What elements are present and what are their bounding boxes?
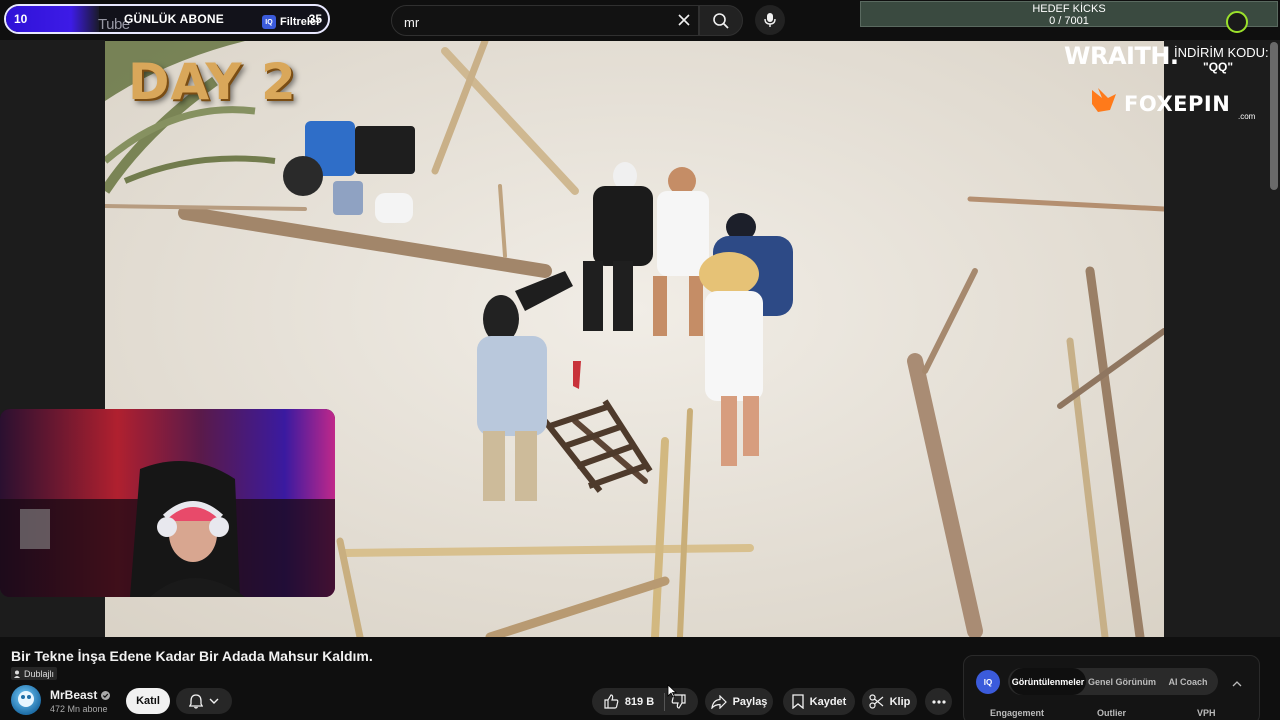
search-input[interactable]: [404, 13, 654, 31]
discount-code: "QQ": [1203, 60, 1234, 74]
close-icon: [678, 14, 690, 26]
vidiq-tab-bar: Görüntülenmeler Genel Görünüm AI Coach: [1008, 668, 1218, 695]
mouse-cursor-icon: [667, 684, 677, 698]
more-actions-button[interactable]: [925, 688, 952, 715]
tab-overview[interactable]: Genel Görünüm: [1086, 668, 1158, 695]
verified-icon: [101, 690, 111, 700]
day-label: DAY 2: [128, 53, 297, 111]
discount-code-label: İNDİRİM KODU:: [1174, 45, 1269, 60]
person-voice-icon: [14, 670, 20, 678]
more-horizontal-icon: [931, 699, 946, 704]
subscriber-goal-title: GÜNLÜK ABONE: [124, 12, 224, 26]
subscriber-count: 472 Mn abone: [50, 704, 108, 714]
sponsor-foxepin-logo: FOXEPIN: [1124, 92, 1231, 116]
bookmark-icon: [792, 694, 804, 709]
voice-search-button[interactable]: [755, 5, 785, 35]
webcam-feed: [0, 409, 335, 597]
microphone-icon: [764, 13, 776, 27]
search-button[interactable]: [699, 5, 743, 36]
chevron-up-icon: [1232, 681, 1242, 687]
channel-avatar[interactable]: [11, 685, 41, 715]
vidiq-logo-icon: IQ: [976, 670, 1000, 694]
account-avatar[interactable]: [1226, 11, 1248, 33]
engagement-column: Engagement: [990, 708, 1045, 718]
outlier-column: Outlier: [1097, 708, 1127, 718]
channel-name-text: MrBeast: [50, 688, 98, 702]
like-button[interactable]: 819 B: [604, 692, 666, 711]
vidiq-panel: IQ Görüntülenmeler Genel Görünüm AI Coac…: [963, 655, 1260, 720]
vph-column: VPH: [1197, 708, 1216, 718]
bell-icon: [189, 693, 203, 709]
subscriber-goal-count: 10: [14, 12, 28, 26]
channel-name[interactable]: MrBeast: [50, 688, 111, 702]
share-label: Paylaş: [732, 695, 768, 708]
dubbed-label: Dublajlı: [24, 668, 55, 679]
search-icon: [713, 12, 729, 29]
share-button[interactable]: Paylaş: [705, 688, 773, 715]
collapse-panel-button[interactable]: [1232, 674, 1242, 692]
dubbed-badge: Dublajlı: [11, 667, 58, 680]
video-title: Bir Tekne İnşa Edene Kadar Bir Adada Mah…: [11, 648, 373, 664]
page-scrollbar[interactable]: [1270, 42, 1278, 190]
kicks-goal-overlay: HEDEF KİCKS 0 / 7001: [860, 1, 1278, 27]
subscribed-notifications-button[interactable]: [176, 688, 232, 714]
share-icon: [710, 694, 727, 709]
scissors-icon: [869, 694, 883, 709]
subscriber-goal-overlay: Tube 10 GÜNLÜK ABONE IQ Filtreler 35: [4, 4, 330, 34]
tab-ai-coach[interactable]: AI Coach: [1160, 668, 1216, 695]
save-button[interactable]: Kaydet: [783, 688, 855, 715]
join-button[interactable]: Katıl: [126, 688, 170, 714]
thumbs-up-icon: [604, 694, 619, 709]
kicks-goal-title: HEDEF KİCKS: [1032, 3, 1106, 15]
mrbeast-logo-icon: [18, 691, 34, 707]
chevron-down-icon: [209, 698, 219, 704]
fox-icon: [1092, 88, 1116, 112]
subscriber-goal-target: 35: [308, 12, 322, 26]
streamer-webcam: [0, 409, 335, 597]
save-label: Kaydet: [809, 695, 847, 708]
iq-icon: IQ: [262, 15, 276, 29]
sponsor-wraith-logo: WRAITH.: [1064, 42, 1179, 70]
search-box: [391, 5, 699, 36]
right-gutter: [1164, 40, 1280, 637]
sponsor-foxepin-domain: .com: [1238, 112, 1256, 121]
clear-search-button[interactable]: [674, 10, 694, 30]
clip-label: Klip: [889, 695, 911, 708]
top-bar: Tube 10 GÜNLÜK ABONE IQ Filtreler 35 HED…: [0, 0, 1280, 40]
kicks-goal-count: 0 / 7001: [1049, 15, 1089, 27]
clip-button[interactable]: Klip: [862, 688, 917, 715]
like-dislike-group: 819 B: [592, 688, 698, 715]
tab-views[interactable]: Görüntülenmeler: [1010, 668, 1086, 695]
like-count: 819 B: [624, 695, 655, 708]
youtube-watch-page: Tube 10 GÜNLÜK ABONE IQ Filtreler 35 HED…: [0, 0, 1280, 720]
